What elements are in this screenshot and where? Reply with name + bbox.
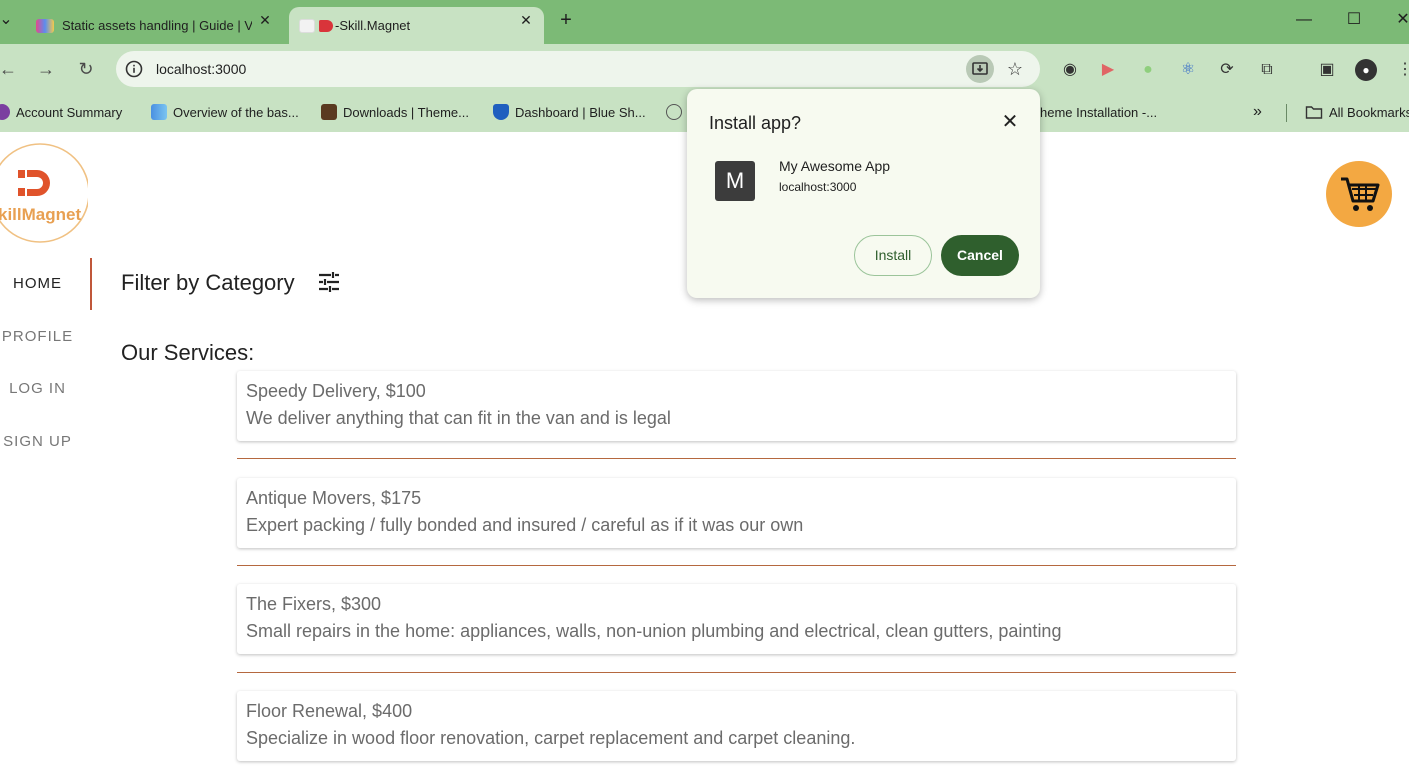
tab-title: Static assets handling | Guide | V bbox=[62, 18, 252, 33]
close-tab-icon[interactable]: ✕ bbox=[257, 12, 273, 28]
profile-avatar-icon[interactable]: ● bbox=[1355, 59, 1377, 81]
magnet-favicon-icon bbox=[319, 19, 333, 32]
back-arrow-icon[interactable]: ← bbox=[0, 57, 20, 81]
skill-magnet-logo[interactable]: killMagnet bbox=[0, 141, 90, 243]
service-divider bbox=[237, 672, 1236, 673]
extensions-puzzle-icon[interactable]: ⧉ bbox=[1256, 59, 1278, 81]
minimize-icon[interactable]: — bbox=[1294, 10, 1314, 30]
menu-kebab-icon[interactable]: ⋮ bbox=[1394, 59, 1409, 81]
bookmark-favicon-icon bbox=[321, 104, 337, 120]
bookmark-overview[interactable]: Overview of the bas... bbox=[151, 102, 299, 122]
service-title: Floor Renewal, $400 bbox=[246, 701, 413, 721]
install-app-icon[interactable] bbox=[966, 55, 994, 83]
service-divider bbox=[237, 458, 1236, 459]
app-name: My Awesome App bbox=[779, 158, 891, 174]
dialog-title: Install app? bbox=[709, 113, 802, 133]
service-card[interactable]: Floor Renewal, $400 Specialize in wood f… bbox=[237, 691, 1236, 761]
nav-active-indicator bbox=[90, 258, 92, 310]
service-title: Speedy Delivery, $100 bbox=[246, 381, 426, 401]
service-description: Expert packing / fully bonded and insure… bbox=[246, 515, 804, 535]
cancel-button[interactable]: Cancel bbox=[941, 235, 1019, 276]
filter-tune-icon[interactable] bbox=[316, 269, 342, 295]
folder-icon bbox=[1305, 106, 1323, 119]
bookmark-chatgpt[interactable] bbox=[666, 102, 682, 122]
reload-icon[interactable]: ↻ bbox=[74, 57, 98, 81]
bookmarks-separator bbox=[1286, 104, 1287, 122]
nav-home[interactable]: HOME bbox=[0, 275, 75, 292]
bookmark-dashboard[interactable]: Dashboard | Blue Sh... bbox=[493, 102, 646, 122]
address-bar[interactable]: localhost:3000 ☆ bbox=[116, 51, 1040, 87]
tab-skill-magnet[interactable]: -Skill.Magnet bbox=[289, 7, 544, 44]
all-bookmarks-folder[interactable]: All Bookmarks bbox=[1305, 102, 1409, 122]
bookmark-favicon-icon bbox=[0, 104, 10, 120]
shield-favicon-icon bbox=[493, 104, 509, 120]
green-extension-icon[interactable]: ● bbox=[1137, 59, 1159, 81]
page-favicon-icon bbox=[299, 18, 315, 33]
service-description: Specialize in wood floor renovation, car… bbox=[246, 728, 856, 748]
close-window-icon[interactable]: ✕ bbox=[1393, 10, 1409, 30]
filter-title: Filter by Category bbox=[121, 270, 295, 295]
close-tab-icon[interactable]: ✕ bbox=[518, 12, 534, 28]
recorder-extension-icon[interactable]: ▶ bbox=[1097, 59, 1119, 81]
close-icon[interactable]: ✕ bbox=[999, 111, 1021, 133]
nav-login[interactable]: LOG IN bbox=[0, 380, 75, 397]
bookmark-theme-installation[interactable]: heme Installation -... bbox=[1040, 102, 1157, 122]
browser-window: ⌄ Static assets handling | Guide | V ✕ -… bbox=[0, 0, 1409, 768]
tab-search-chevron-icon[interactable]: ⌄ bbox=[0, 10, 16, 30]
tab-static-assets[interactable]: Static assets handling | Guide | V bbox=[30, 7, 280, 44]
new-tab-button[interactable]: + bbox=[556, 10, 576, 30]
bookmarks-overflow-icon[interactable]: » bbox=[1253, 102, 1262, 122]
nav-profile[interactable]: PROFILE bbox=[0, 328, 75, 345]
service-description: Small repairs in the home: appliances, w… bbox=[246, 621, 1062, 641]
service-card[interactable]: The Fixers, $300 Small repairs in the ho… bbox=[237, 584, 1236, 654]
bookmark-favicon-icon bbox=[151, 104, 167, 120]
service-card[interactable]: Antique Movers, $175 Expert packing / fu… bbox=[237, 478, 1236, 548]
install-button[interactable]: Install bbox=[854, 235, 932, 276]
tab-strip: ⌄ Static assets handling | Guide | V ✕ -… bbox=[0, 0, 1409, 44]
service-card[interactable]: Speedy Delivery, $100 We deliver anythin… bbox=[237, 371, 1236, 441]
logo-text: killMagnet bbox=[0, 205, 82, 224]
cart-button[interactable] bbox=[1326, 161, 1392, 227]
tab-title: -Skill.Magnet bbox=[335, 18, 411, 33]
site-info-icon[interactable] bbox=[125, 60, 143, 78]
vitest-favicon-icon bbox=[36, 18, 54, 33]
sync-extension-icon[interactable]: ⟳ bbox=[1216, 59, 1238, 81]
password-extension-icon[interactable]: ◉ bbox=[1059, 59, 1081, 81]
service-title: The Fixers, $300 bbox=[246, 594, 382, 614]
forward-arrow-icon[interactable]: → bbox=[34, 57, 58, 81]
address-text: localhost:3000 bbox=[156, 61, 247, 77]
bookmark-label: All Bookmarks bbox=[1329, 104, 1409, 120]
nav-signup[interactable]: SIGN UP bbox=[0, 433, 75, 450]
services-title: Our Services: bbox=[121, 340, 255, 365]
app-icon: M bbox=[715, 161, 755, 201]
browser-toolbar: ← → ↻ localhost:3000 ☆ ◉ ▶ ● ⚛ ⟳ ⧉ ▣ ● ⋮ bbox=[0, 44, 1409, 94]
bookmark-label: heme Installation -... bbox=[1040, 104, 1158, 120]
bookmark-star-icon[interactable]: ☆ bbox=[1004, 58, 1026, 80]
shopping-cart-icon bbox=[1341, 177, 1380, 211]
bookmark-label: Overview of the bas... bbox=[173, 104, 299, 120]
bookmark-label: Downloads | Theme... bbox=[343, 104, 469, 120]
side-panel-icon[interactable]: ▣ bbox=[1316, 59, 1338, 81]
service-divider bbox=[237, 565, 1236, 566]
bookmark-label: Account Summary bbox=[16, 104, 123, 120]
bookmark-account-summary[interactable]: Account Summary bbox=[0, 102, 122, 122]
openai-favicon-icon bbox=[666, 104, 682, 120]
bookmark-label: Dashboard | Blue Sh... bbox=[515, 104, 646, 120]
service-title: Antique Movers, $175 bbox=[246, 488, 422, 508]
maximize-icon[interactable]: ☐ bbox=[1344, 10, 1364, 30]
service-description: We deliver anything that can fit in the … bbox=[246, 408, 671, 428]
app-url: localhost:3000 bbox=[779, 180, 857, 194]
install-app-dialog: Install app? ✕ M My Awesome App localhos… bbox=[687, 89, 1040, 298]
bookmark-downloads-theme[interactable]: Downloads | Theme... bbox=[321, 102, 469, 122]
react-devtools-icon[interactable]: ⚛ bbox=[1177, 59, 1199, 81]
